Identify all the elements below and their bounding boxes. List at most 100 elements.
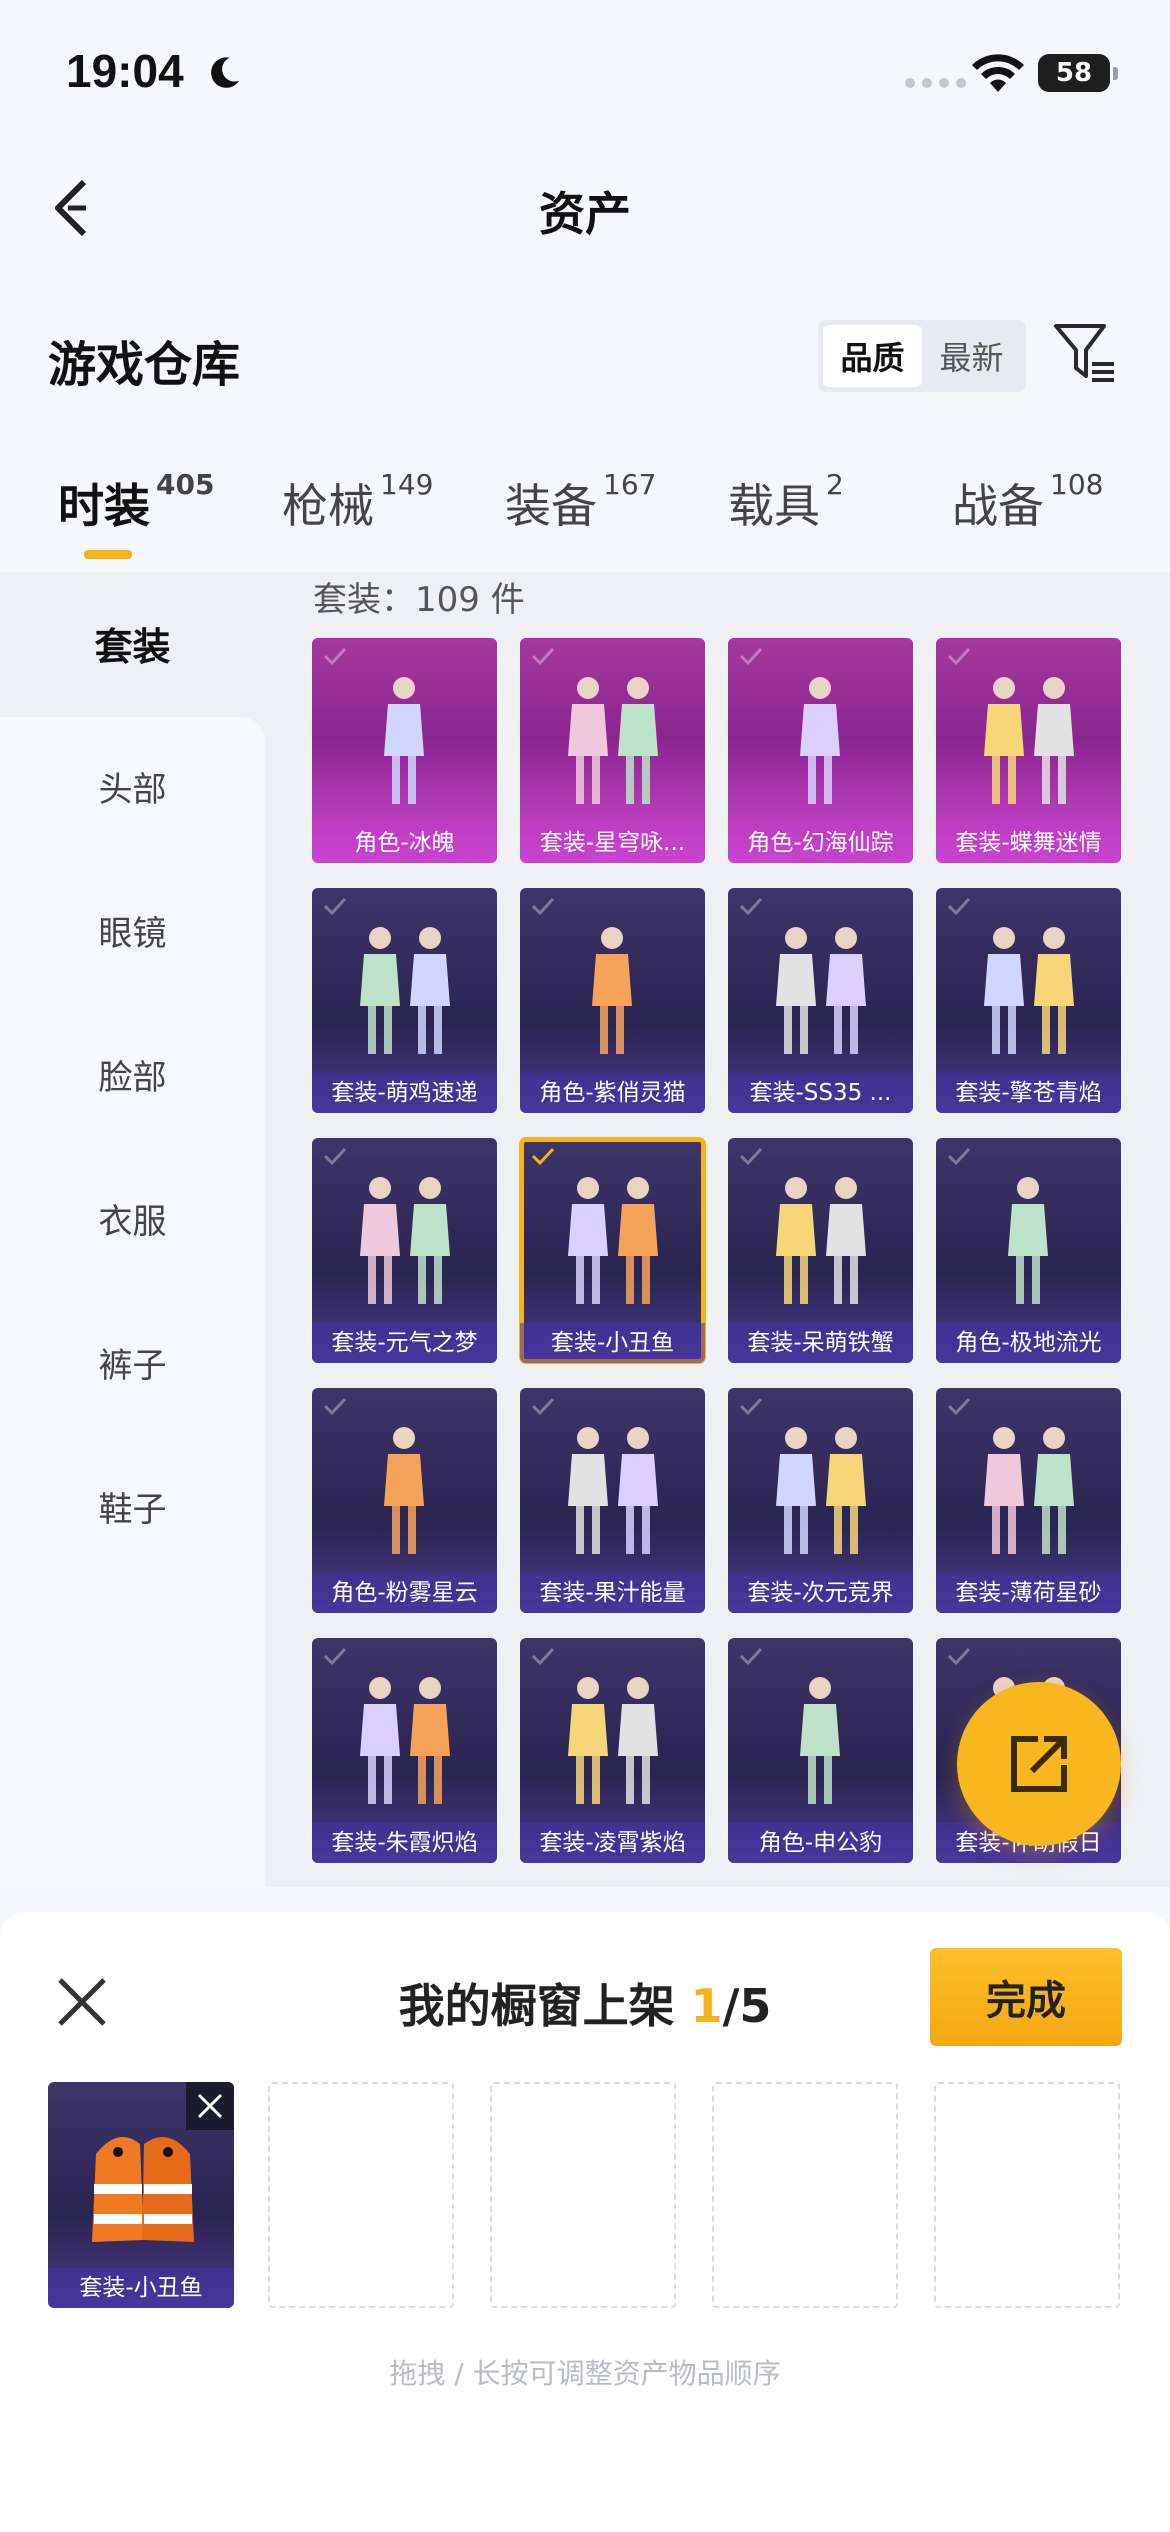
outfit-figure-icon [1008, 1177, 1048, 1304]
check-icon [947, 897, 971, 916]
item-card[interactable]: 套装-SS35 ... [728, 888, 913, 1113]
outfit-figure-icon [984, 927, 1074, 1054]
item-card[interactable]: 角色-冰魄 [312, 638, 497, 863]
sidebar-item-head[interactable]: 头部 [0, 762, 265, 811]
outfit-figure-icon [568, 677, 658, 804]
outfit-figure-icon [360, 1677, 450, 1804]
outfit-figure-icon [568, 1677, 658, 1804]
remove-slot-button[interactable] [186, 2082, 234, 2130]
tab-indicator [84, 550, 132, 559]
reorder-hint: 拖拽 / 长按可调整资产物品顺序 [389, 2357, 781, 2390]
showcase-slot-empty[interactable] [712, 2082, 898, 2308]
tab-supplies[interactable]: 战备 108 [952, 468, 1104, 536]
item-card[interactable]: 套装-朱霞炽焰 [312, 1638, 497, 1863]
check-icon [323, 647, 347, 666]
wifi-icon [972, 54, 1024, 92]
showcase-slot-label: 套装-小丑鱼 [48, 2268, 234, 2308]
item-card[interactable]: 角色-幻海仙踪 [728, 638, 913, 863]
outfit-figure-icon [360, 927, 450, 1054]
item-card-label: 套装-凌霄紫焰 [520, 1823, 705, 1863]
signal-dots-icon [905, 78, 966, 88]
battery-icon: 58 [1038, 54, 1118, 92]
outfit-figure-icon [984, 1427, 1074, 1554]
check-icon [947, 1147, 971, 1166]
sidebar-item-pants[interactable]: 裤子 [0, 1338, 265, 1387]
sidebar-item-shoes[interactable]: 鞋子 [0, 1482, 265, 1531]
item-card-label: 角色-紫俏灵猫 [520, 1073, 705, 1113]
tab-count: 167 [603, 468, 657, 501]
outfit-figure-icon [800, 677, 840, 804]
showcase-current-count: 1 [690, 1979, 723, 2033]
item-card-label: 角色-冰魄 [312, 823, 497, 863]
item-card[interactable]: 套装-小丑鱼 [519, 1137, 706, 1364]
check-icon [739, 647, 763, 666]
item-card[interactable]: 套装-薄荷星砂 [936, 1388, 1121, 1613]
tab-label: 战备 [952, 479, 1044, 533]
outfit-figure-icon [776, 927, 866, 1054]
item-card-label: 套装-次元竞界 [728, 1573, 913, 1613]
tab-gear[interactable]: 装备 167 [505, 468, 657, 536]
showcase-slot-1[interactable]: 套装-小丑鱼 [48, 2082, 234, 2308]
item-card[interactable]: 套装-星穹咏... [520, 638, 705, 863]
check-icon [739, 1647, 763, 1666]
item-card[interactable]: 套装-擎苍青焰 [936, 888, 1121, 1113]
outfit-figure-icon [776, 1177, 866, 1304]
tab-vehicles[interactable]: 载具 2 [728, 468, 844, 536]
sidebar: 套装 头部 眼镜 脸部 衣服 裤子 鞋子 [0, 572, 265, 1887]
check-icon [323, 1397, 347, 1416]
item-card[interactable]: 角色-极地流光 [936, 1138, 1121, 1363]
close-icon [197, 2093, 223, 2119]
page-title: 资产 [539, 187, 631, 241]
outfit-figure-icon [568, 1427, 658, 1554]
check-icon [323, 1147, 347, 1166]
tab-count: 2 [826, 468, 844, 501]
item-card-label: 套装-萌鸡速递 [312, 1073, 497, 1113]
item-card[interactable]: 套装-元气之梦 [312, 1138, 497, 1363]
sidebar-item-glasses[interactable]: 眼镜 [0, 906, 265, 955]
sort-quality-button[interactable]: 品质 [823, 325, 922, 387]
item-card[interactable]: 套装-凌霄紫焰 [520, 1638, 705, 1863]
category-tabs: 时装 405 枪械 149 装备 167 载具 2 战备 108 [0, 468, 1170, 570]
item-card[interactable]: 角色-申公豹 [728, 1638, 913, 1863]
sidebar-item-face[interactable]: 脸部 [0, 1050, 265, 1099]
showcase-total-count: /5 [722, 1979, 772, 2033]
check-icon [531, 647, 555, 666]
item-card[interactable]: 套装-次元竞界 [728, 1388, 913, 1613]
check-icon [947, 1647, 971, 1666]
item-card-label: 角色-幻海仙踪 [728, 823, 913, 863]
content-area: 套装 头部 眼镜 脸部 衣服 裤子 鞋子 套装：109 件 角色-冰魄 套装-星穹… [0, 572, 1170, 1887]
sidebar-item-suits[interactable]: 套装 [0, 616, 265, 671]
item-card-label: 套装-朱霞炽焰 [312, 1823, 497, 1863]
item-card[interactable]: 套装-果汁能量 [520, 1388, 705, 1613]
item-card[interactable]: 套装-萌鸡速递 [312, 888, 497, 1113]
filter-icon[interactable] [1052, 320, 1118, 386]
item-card-label: 套装-呆萌铁蟹 [728, 1323, 913, 1363]
item-card-label: 套装-SS35 ... [728, 1073, 913, 1113]
showcase-title-text: 我的橱窗上架 [398, 1979, 675, 2033]
item-count-label: 套装：109 件 [313, 580, 525, 620]
tab-guns[interactable]: 枪械 149 [282, 468, 434, 536]
moon-icon [211, 57, 240, 88]
check-icon [531, 1647, 555, 1666]
item-card[interactable]: 角色-粉雾星云 [312, 1388, 497, 1613]
done-button[interactable]: 完成 [930, 1948, 1122, 2046]
outfit-figure-icon [776, 1427, 866, 1554]
item-card[interactable]: 套装-蝶舞迷情 [936, 638, 1121, 863]
showcase-slot-empty[interactable] [490, 2082, 676, 2308]
sidebar-item-clothes[interactable]: 衣服 [0, 1194, 265, 1243]
item-card[interactable]: 套装-呆萌铁蟹 [728, 1138, 913, 1363]
nav-bar: 资产 [0, 150, 1170, 260]
tab-count: 149 [380, 468, 434, 501]
tab-fashion[interactable]: 时装 405 [58, 468, 214, 536]
item-card-label: 角色-申公豹 [728, 1823, 913, 1863]
showcase-slot-empty[interactable] [268, 2082, 454, 2308]
tab-count: 108 [1050, 468, 1104, 501]
outfit-figure-icon [592, 927, 632, 1054]
check-icon [531, 1397, 555, 1416]
outfit-figure-icon [384, 677, 424, 804]
item-card[interactable]: 角色-紫俏灵猫 [520, 888, 705, 1113]
showcase-slot-empty[interactable] [934, 2082, 1120, 2308]
share-button[interactable] [957, 1682, 1121, 1846]
sort-newest-button[interactable]: 最新 [922, 325, 1021, 387]
section-title: 游戏仓库 [48, 337, 241, 393]
